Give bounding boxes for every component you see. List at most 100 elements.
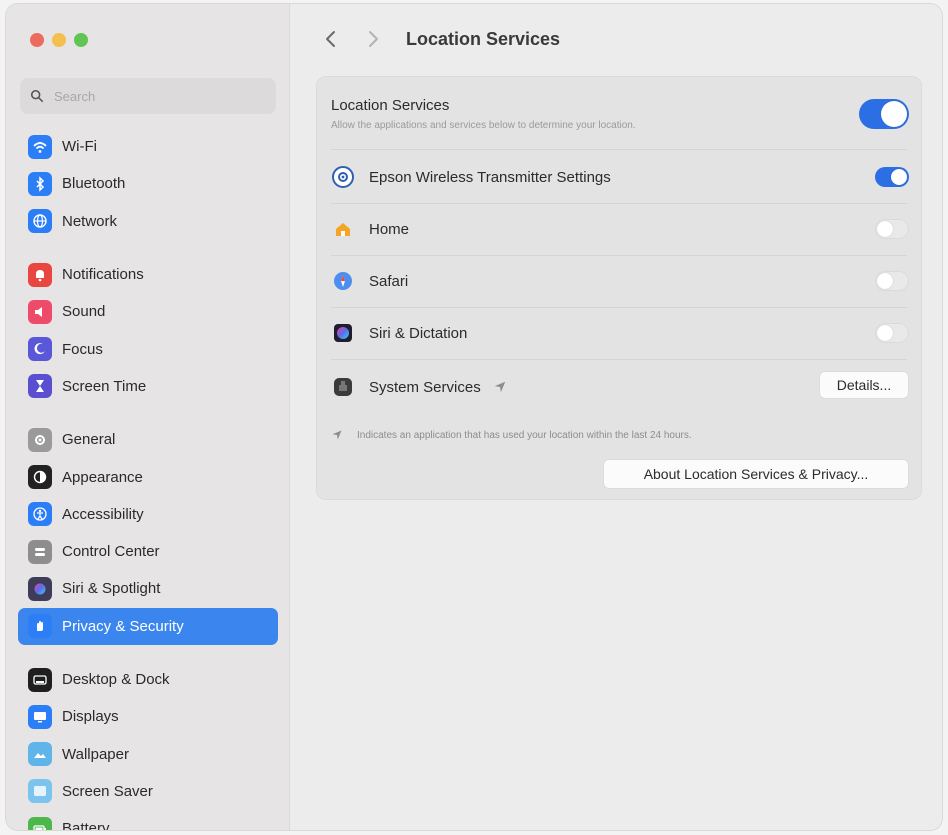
sidebar-item-siri-spotlight[interactable]: Siri & Spotlight <box>18 570 278 607</box>
app-row: Home <box>317 205 921 253</box>
sidebar-item-label: Control Center <box>62 543 160 561</box>
sidebar-item-label: Battery <box>62 820 110 830</box>
sidebar-group: Wi-Fi Bluetooth Network <box>18 128 278 240</box>
app-label: Home <box>369 220 410 238</box>
about-location-privacy-button[interactable]: About Location Services & Privacy... <box>603 459 909 489</box>
sidebar-item-sound[interactable]: Sound <box>18 293 278 330</box>
hand-icon <box>28 614 52 639</box>
separator <box>331 359 907 360</box>
app-row: Safari <box>317 257 921 305</box>
app-location-toggle[interactable] <box>875 271 909 291</box>
app-location-toggle[interactable] <box>875 167 909 187</box>
separator <box>331 149 907 150</box>
moon-icon <box>28 337 52 362</box>
safari-icon <box>331 269 355 293</box>
details-button[interactable]: Details... <box>819 371 909 399</box>
page-title: Location Services <box>406 28 561 49</box>
sidebar-item-label: Privacy & Security <box>62 617 184 635</box>
search-placeholder: Search <box>54 88 96 104</box>
search-input[interactable]: Search <box>20 78 276 114</box>
search-icon <box>30 89 44 103</box>
sidebar-item-wallpaper[interactable]: Wallpaper <box>18 735 278 772</box>
sidebar-item-bluetooth[interactable]: Bluetooth <box>18 165 278 202</box>
control-center-icon <box>28 539 52 564</box>
separator <box>331 307 907 308</box>
sidebar-item-label: Wi-Fi <box>62 138 97 156</box>
sidebar-item-accessibility[interactable]: Accessibility <box>18 496 278 533</box>
sidebar-item-label: Screen Time <box>62 377 147 395</box>
sidebar-item-network[interactable]: Network <box>18 203 278 240</box>
sidebar-item-battery[interactable]: Battery <box>18 810 278 830</box>
app-row: Siri & Dictation <box>317 309 921 357</box>
toolbar: Location Services <box>290 4 942 74</box>
location-services-toggle[interactable] <box>859 99 909 129</box>
forward-button[interactable] <box>360 26 386 52</box>
location-services-label: Location Services <box>331 97 450 114</box>
sidebar-item-wi-fi[interactable]: Wi-Fi <box>18 128 278 165</box>
location-services-description: Allow the applications and services belo… <box>331 120 636 131</box>
location-arrow-icon <box>332 430 342 440</box>
app-label: Safari <box>369 272 409 290</box>
location-arrow-icon <box>494 381 505 393</box>
sidebar-item-focus[interactable]: Focus <box>18 330 278 367</box>
wallpaper-icon <box>28 742 52 767</box>
sidebar-item-label: Sound <box>62 303 106 321</box>
hourglass-icon <box>28 374 52 399</box>
toggle-knob <box>877 221 893 237</box>
sidebar-item-appearance[interactable]: Appearance <box>18 458 278 495</box>
main-content: Location Services Location Services Allo… <box>290 4 942 830</box>
back-button[interactable] <box>318 26 344 52</box>
globe-icon <box>28 209 52 234</box>
sidebar-item-label: Focus <box>62 340 103 358</box>
epson-icon <box>331 165 355 189</box>
app-row: Epson Wireless Transmitter Settings <box>317 153 921 201</box>
zoom-window-button[interactable] <box>74 33 88 47</box>
sidebar: Search Wi-Fi Bluetooth Network Notification… <box>6 4 290 830</box>
sidebar-item-screen-saver[interactable]: Screen Saver <box>18 773 278 810</box>
app-location-toggle[interactable] <box>875 323 909 343</box>
app-label: Siri & Dictation <box>369 324 468 342</box>
home-icon <box>331 217 355 241</box>
toggle-knob <box>891 169 907 185</box>
dock-icon <box>28 667 52 692</box>
siri-icon <box>331 321 355 345</box>
sidebar-item-label: Accessibility <box>62 505 144 523</box>
sidebar-item-label: Notifications <box>62 266 144 284</box>
settings-window: Search Wi-Fi Bluetooth Network Notification… <box>6 4 942 830</box>
sidebar-item-control-center[interactable]: Control Center <box>18 533 278 570</box>
toggle-knob <box>877 273 893 289</box>
battery-icon <box>28 816 52 830</box>
sidebar-nav: Wi-Fi Bluetooth Network Notifications Sound F… <box>18 128 278 830</box>
sidebar-item-label: Wallpaper <box>62 745 129 763</box>
app-location-toggle[interactable] <box>875 219 909 239</box>
sidebar-item-general[interactable]: General <box>18 421 278 458</box>
speaker-icon <box>28 299 52 324</box>
sidebar-item-screen-time[interactable]: Screen Time <box>18 368 278 405</box>
chevron-left-icon <box>326 31 335 47</box>
appearance-icon <box>28 465 52 490</box>
sidebar-item-label: Bluetooth <box>62 175 126 193</box>
sidebar-group: General Appearance Accessibility Control Ce… <box>18 421 278 645</box>
sidebar-item-label: Displays <box>62 708 119 726</box>
sidebar-group: Desktop & Dock Displays Wallpaper Screen Sa… <box>18 661 278 830</box>
window-controls <box>30 33 88 47</box>
app-label: Epson Wireless Transmitter Settings <box>369 168 611 186</box>
sidebar-item-label: Siri & Spotlight <box>62 580 161 598</box>
toggle-knob <box>881 101 907 127</box>
sidebar-item-label: Desktop & Dock <box>62 671 170 688</box>
siri-icon <box>28 576 52 601</box>
sidebar-group: Notifications Sound Focus Screen Time <box>18 256 278 405</box>
separator <box>331 203 907 204</box>
note-text: Indicates an application that has used y… <box>357 429 692 441</box>
sidebar-item-label: Screen Saver <box>62 782 153 800</box>
separator <box>331 255 907 256</box>
display-icon <box>28 704 52 729</box>
system-services-icon <box>331 375 355 399</box>
sidebar-item-desktop-dock[interactable]: Desktop & Dock <box>18 661 278 698</box>
sidebar-item-notifications[interactable]: Notifications <box>18 256 278 293</box>
sidebar-item-privacy-security[interactable]: Privacy & Security <box>18 607 278 645</box>
sidebar-item-displays[interactable]: Displays <box>18 698 278 735</box>
minimize-window-button[interactable] <box>52 33 66 47</box>
screensaver-icon <box>28 779 52 804</box>
close-window-button[interactable] <box>30 33 44 47</box>
